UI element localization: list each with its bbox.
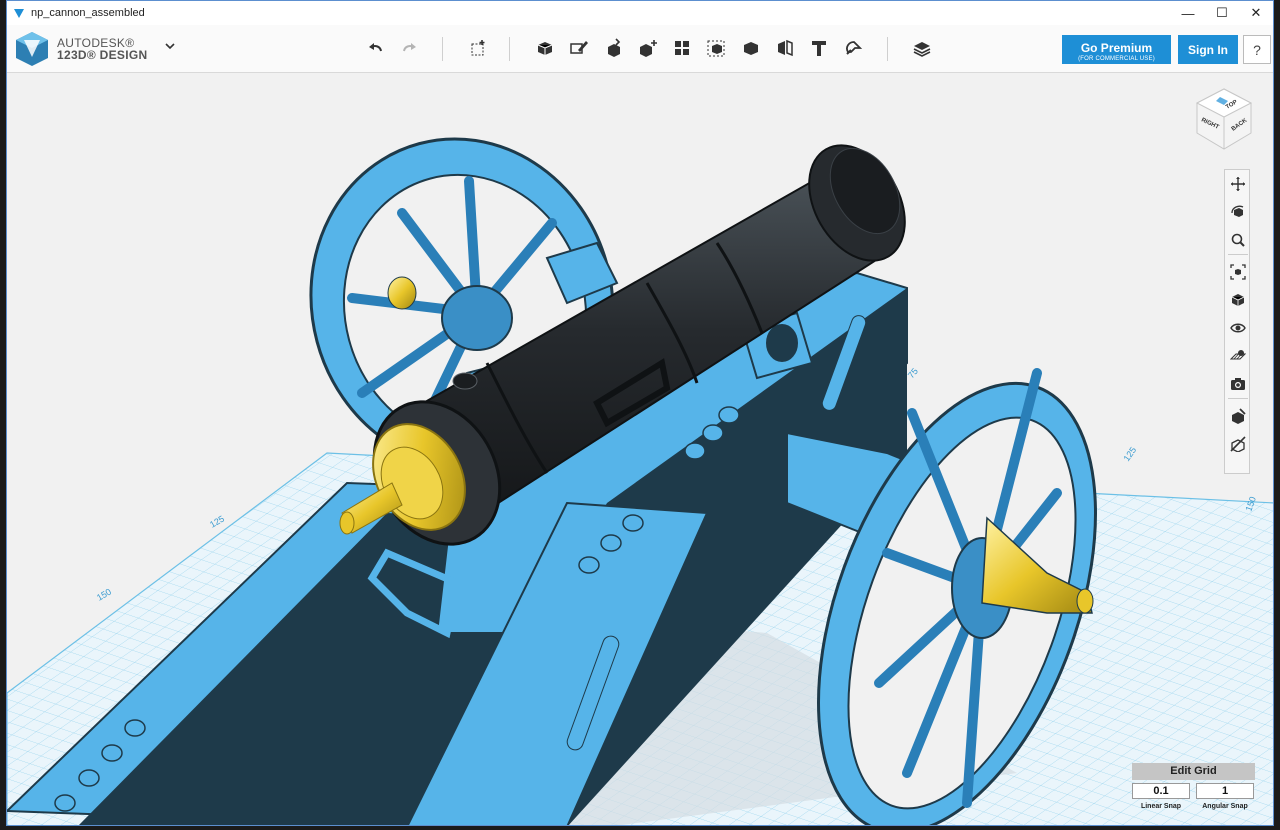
nav-divider (1228, 254, 1248, 255)
primitives-icon (537, 42, 553, 55)
hide-icon (1230, 436, 1246, 452)
redo-icon (403, 43, 416, 52)
grid-toggle-icon (1230, 350, 1246, 360)
angular-snap-label: Angular Snap (1202, 803, 1248, 810)
fit-button[interactable] (1228, 262, 1248, 282)
go-premium-button[interactable]: Go Premium (FOR COMMERCIAL USE) (1062, 35, 1171, 64)
visibility-icon (1230, 323, 1246, 333)
modify-icon (640, 40, 657, 57)
pattern-icon (675, 41, 689, 55)
zoom-button[interactable] (1228, 230, 1248, 250)
camera-button[interactable] (1228, 374, 1248, 394)
toolbar-divider (887, 37, 888, 61)
construct-button[interactable] (603, 37, 625, 59)
navigation-bar (1224, 169, 1250, 474)
title-bar: np_cannon_assembled — ☐ ✕ (7, 1, 1273, 25)
snap-icon (846, 41, 863, 55)
3d-viewport[interactable]: 125 150 75 125 150 TOP RIGHT BACK Edit G… (7, 73, 1273, 825)
snap-button[interactable] (842, 37, 864, 59)
camera-icon (1231, 378, 1245, 390)
transform-icon (471, 40, 485, 56)
undo-icon (369, 43, 382, 52)
view-button[interactable] (1228, 290, 1248, 310)
pan-button[interactable] (1228, 174, 1248, 194)
nav-divider (1228, 398, 1248, 399)
pattern-button[interactable] (671, 37, 693, 59)
grid-tick-label: 125 (1121, 445, 1138, 463)
text-icon (812, 41, 826, 56)
linear-snap-field[interactable]: 0.1 (1132, 783, 1190, 799)
go-premium-sublabel: (FOR COMMERCIAL USE) (1078, 55, 1155, 62)
measure-button[interactable] (774, 37, 796, 59)
measure-icon (778, 39, 793, 57)
hide-button[interactable] (1228, 434, 1248, 454)
brand-line2: 123D® DESIGN (57, 48, 148, 62)
fit-icon (1230, 264, 1246, 280)
view-icon (1231, 294, 1245, 306)
view-cube[interactable]: TOP RIGHT BACK (1195, 87, 1253, 151)
material-icon (913, 42, 931, 57)
toolbar-divider (442, 37, 443, 61)
zoom-icon (1231, 233, 1245, 247)
redo-button[interactable] (398, 37, 420, 59)
app-window: np_cannon_assembled — ☐ ✕ AUTODESK® 123D… (6, 0, 1274, 826)
orbit-icon (1231, 205, 1244, 217)
grid-tick-label: 150 (95, 587, 113, 603)
combine-icon (744, 42, 758, 55)
transform-button[interactable] (467, 37, 489, 59)
grid-tick-label: 125 (208, 514, 226, 530)
close-button[interactable]: ✕ (1239, 1, 1273, 25)
primitives-button[interactable] (534, 37, 556, 59)
maximize-button[interactable]: ☐ (1205, 1, 1239, 25)
linear-snap-label: Linear Snap (1140, 803, 1182, 810)
grouping-button[interactable] (705, 37, 727, 59)
sketch-icon (570, 41, 588, 54)
toolbar-divider (509, 37, 510, 61)
grid-panel: Edit Grid 0.1 1 Linear Snap Angular Snap (1132, 761, 1256, 821)
minimize-button[interactable]: — (1171, 1, 1205, 25)
sketch-button[interactable] (568, 37, 590, 59)
material-button[interactable] (911, 37, 933, 59)
chevron-down-icon[interactable] (165, 41, 175, 51)
grid-toggle-button[interactable] (1228, 346, 1248, 366)
window-title: np_cannon_assembled (31, 7, 145, 19)
text-button[interactable] (808, 37, 830, 59)
combine-button[interactable] (740, 37, 762, 59)
orbit-button[interactable] (1228, 202, 1248, 222)
app-toolbar: AUTODESK® 123D® DESIGN Go Premium (FOR C… (7, 25, 1273, 73)
scene-canvas: 125 150 75 125 150 (7, 137, 1273, 825)
grouping-icon (707, 40, 725, 57)
material-display-icon (1232, 408, 1246, 424)
edit-grid-button[interactable]: Edit Grid (1132, 763, 1255, 780)
pan-icon (1231, 177, 1245, 191)
app-logo-icon (14, 9, 24, 18)
material-display-button[interactable] (1228, 406, 1248, 426)
angular-snap-field[interactable]: 1 (1196, 783, 1254, 799)
construct-icon (608, 38, 621, 57)
undo-button[interactable] (365, 37, 387, 59)
app-menu-button[interactable]: AUTODESK® 123D® DESIGN (15, 31, 147, 67)
left-hub-cap[interactable] (387, 276, 417, 310)
grid-tick-label: 75 (906, 366, 920, 380)
help-button[interactable]: ? (1243, 35, 1271, 64)
go-premium-label: Go Premium (1080, 40, 1153, 55)
visibility-button[interactable] (1228, 318, 1248, 338)
autodesk-logo-icon (16, 32, 48, 66)
modify-button[interactable] (637, 37, 659, 59)
sign-in-button[interactable]: Sign In (1178, 35, 1238, 64)
